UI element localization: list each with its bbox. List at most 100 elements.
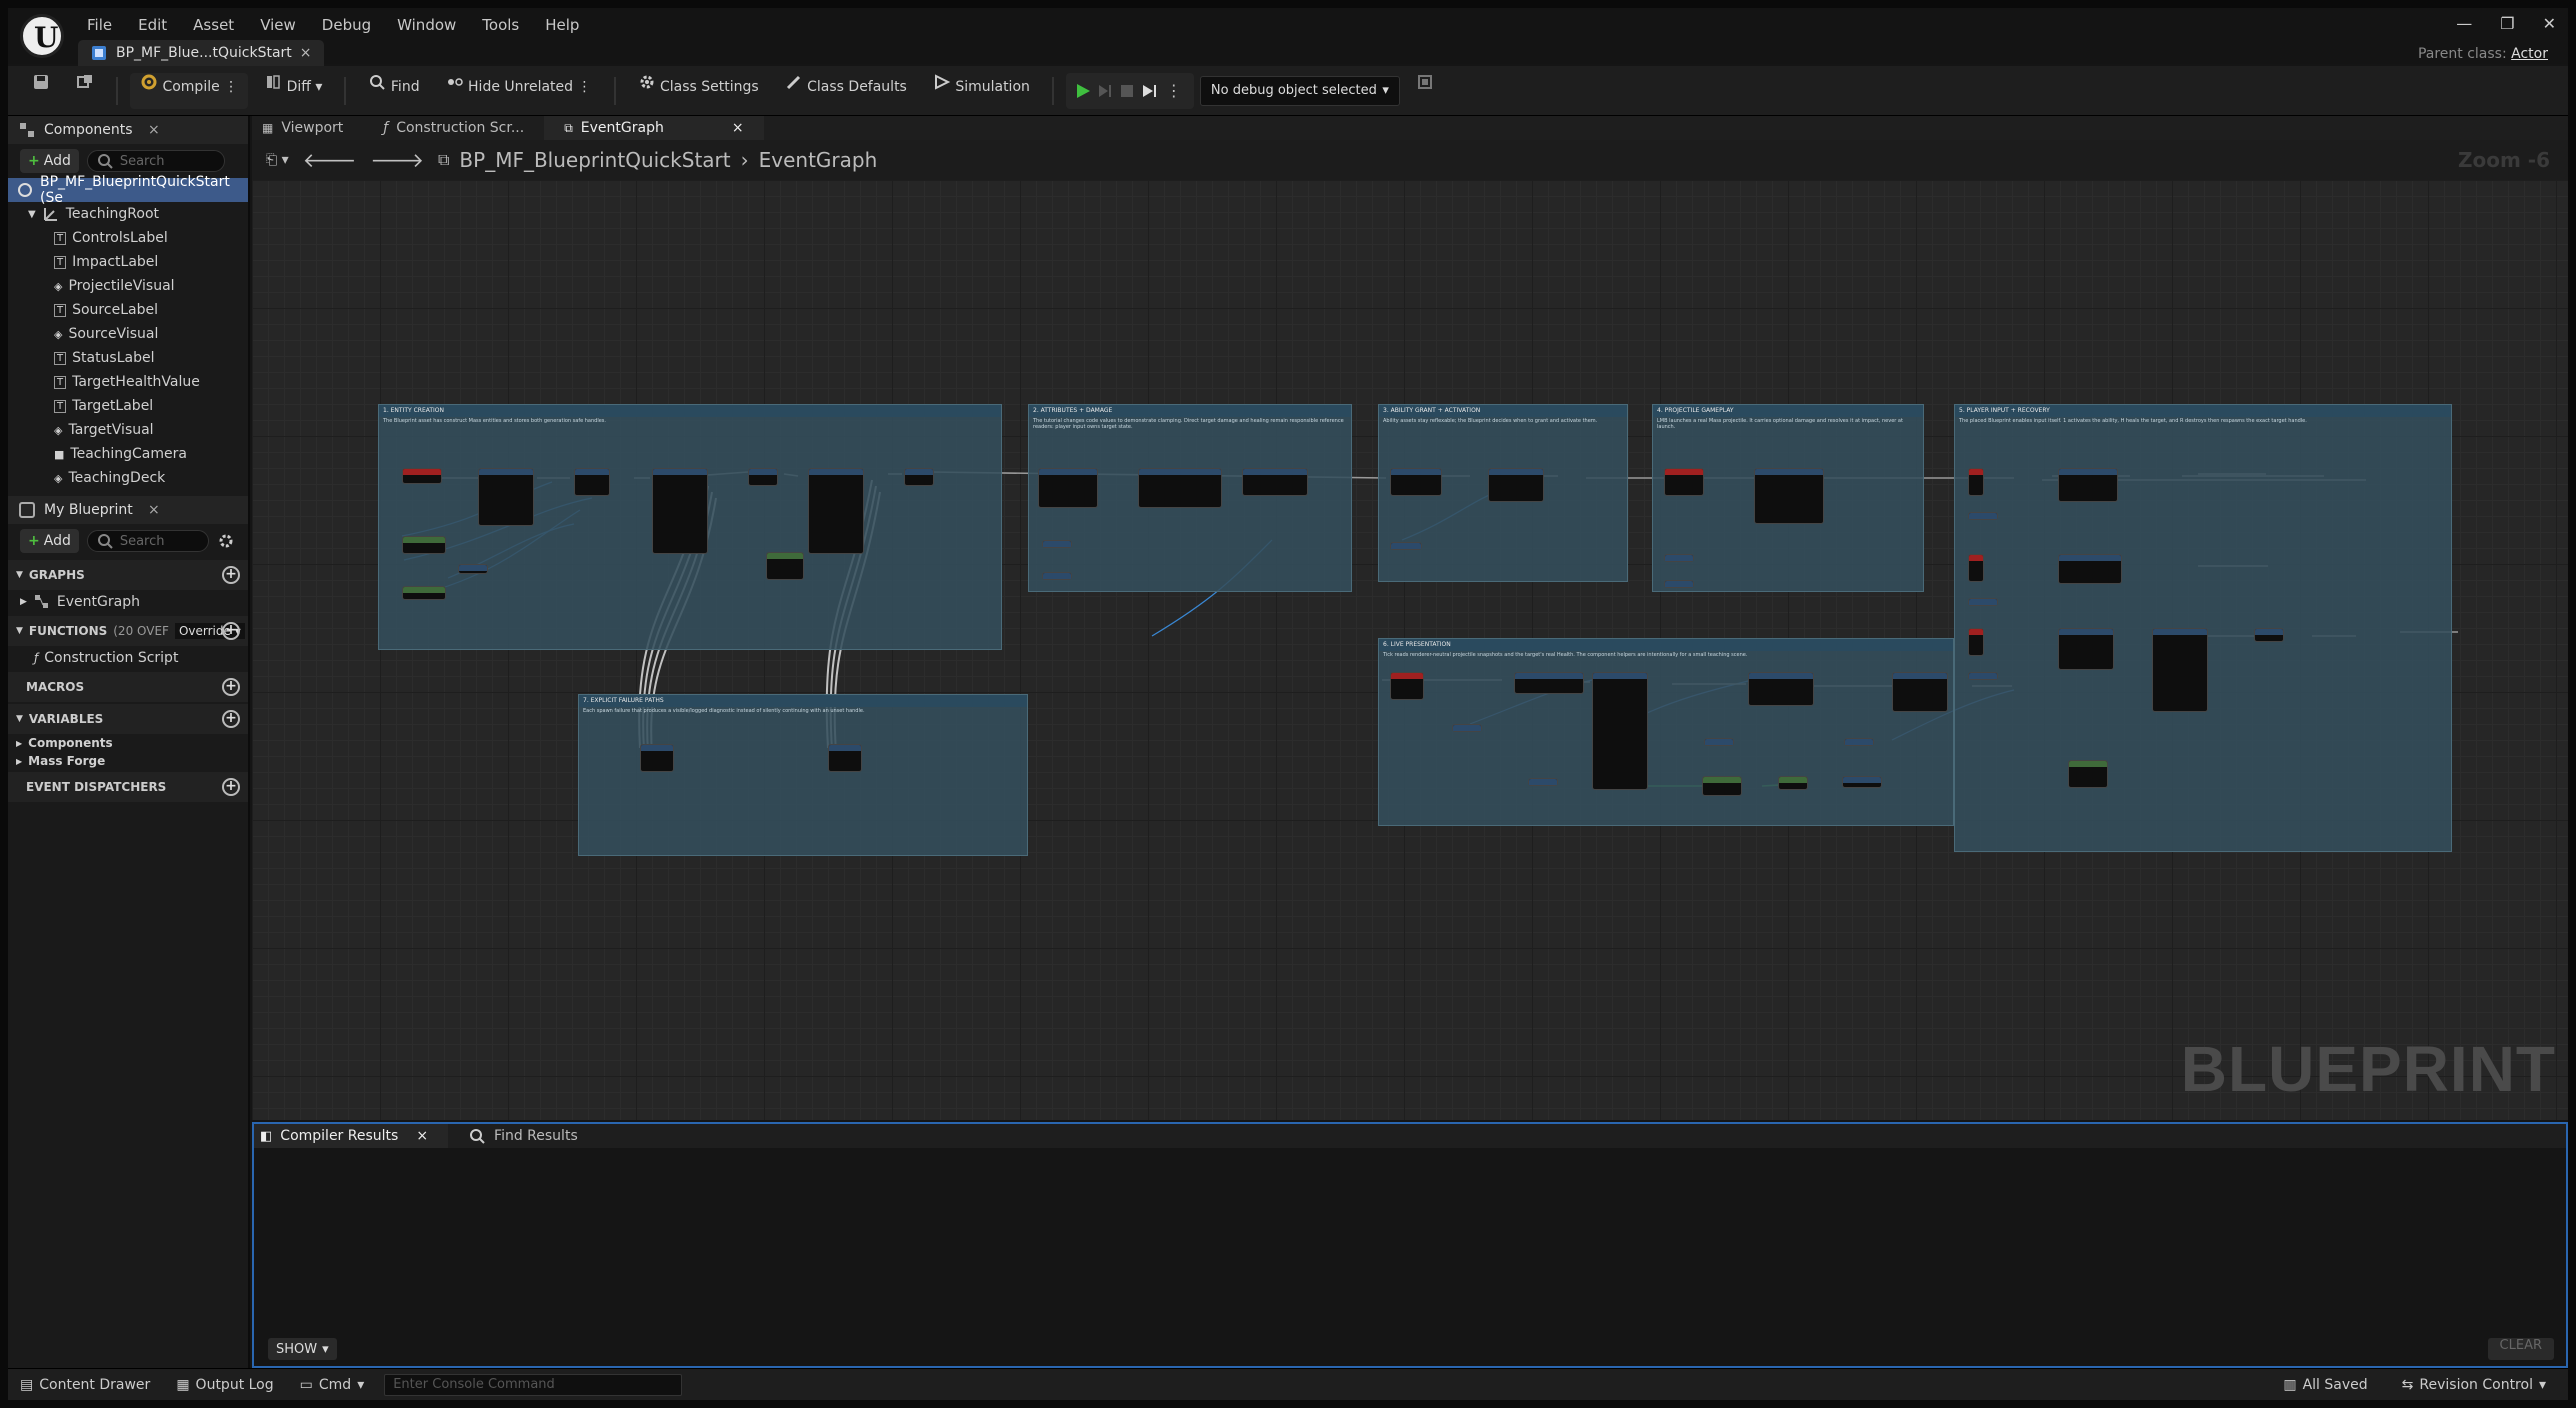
- graph-node[interactable]: [748, 468, 778, 486]
- show-filter-button[interactable]: SHOW ▾: [268, 1338, 337, 1360]
- my-blueprint-tab[interactable]: My Blueprint ×: [8, 496, 248, 524]
- graph-node[interactable]: [1748, 672, 1814, 706]
- class-settings-button[interactable]: Class Settings: [628, 73, 769, 109]
- debug-object-select[interactable]: No debug object selected ▾: [1199, 75, 1400, 106]
- menu-window[interactable]: Window: [384, 16, 469, 34]
- hide-unrelated-button[interactable]: Hide Unrelated ⋮: [436, 73, 602, 109]
- graph-node[interactable]: [1968, 628, 1984, 656]
- graph-node[interactable]: [2152, 628, 2208, 712]
- menu-edit[interactable]: Edit: [125, 16, 180, 34]
- stop-icon[interactable]: [1118, 82, 1136, 100]
- tree-item-target-health-value[interactable]: T TargetHealthValue: [8, 370, 248, 394]
- step-icon[interactable]: [1096, 82, 1114, 100]
- save-button[interactable]: [22, 73, 60, 109]
- forward-arrow-icon[interactable]: 🡒: [370, 148, 424, 172]
- graph-node[interactable]: [2068, 760, 2108, 788]
- graph-node[interactable]: [1514, 672, 1584, 694]
- document-tab[interactable]: BP_MF_Blue...tQuickStart ×: [78, 40, 324, 66]
- components-tab[interactable]: Components ×: [8, 116, 248, 144]
- graph-node[interactable]: [1968, 512, 1998, 520]
- graph-node[interactable]: [904, 468, 934, 486]
- tree-item-source-visual[interactable]: ◈ SourceVisual: [8, 322, 248, 346]
- add-graph-icon[interactable]: +: [222, 566, 240, 584]
- revision-control-button[interactable]: ⇆ Revision Control ▾: [2396, 1377, 2552, 1393]
- tree-item-controls-label[interactable]: T ControlsLabel: [8, 226, 248, 250]
- breadcrumb-blueprint[interactable]: BP_MF_BlueprintQuickStart: [459, 148, 730, 172]
- functions-section[interactable]: ▼ FUNCTIONS (20 OVEF Override ▾ +: [8, 616, 248, 646]
- graph-node[interactable]: [766, 552, 804, 580]
- engine-logo-icon[interactable]: [20, 14, 64, 58]
- graph-node[interactable]: [1390, 542, 1422, 550]
- graph-node[interactable]: [2254, 628, 2284, 642]
- play-icon[interactable]: [1074, 82, 1092, 100]
- close-icon[interactable]: ×: [148, 502, 160, 518]
- graph-node[interactable]: [1702, 776, 1742, 796]
- variable-category-components[interactable]: ▶ Components: [8, 734, 248, 752]
- graph-node[interactable]: [402, 586, 446, 600]
- graph-node[interactable]: [478, 468, 534, 526]
- graph-node[interactable]: [1842, 776, 1882, 788]
- graph-node[interactable]: [1704, 738, 1734, 746]
- chevron-down-icon[interactable]: ▼: [28, 209, 36, 220]
- chevron-right-icon[interactable]: ▶: [20, 597, 27, 607]
- class-defaults-button[interactable]: Class Defaults: [775, 73, 917, 109]
- tree-item-root[interactable]: BP_MF_BlueprintQuickStart (Se: [8, 174, 248, 206]
- console-input[interactable]: Enter Console Command: [384, 1373, 683, 1396]
- graph-node[interactable]: [1452, 724, 1482, 732]
- breadcrumb-graph[interactable]: EventGraph: [759, 148, 878, 172]
- menu-view[interactable]: View: [247, 16, 309, 34]
- graph-node[interactable]: [2058, 628, 2114, 670]
- tab-viewport[interactable]: ▦ Viewport: [252, 116, 363, 140]
- bookmark-dropdown[interactable]: ⎗ ▾: [266, 152, 289, 168]
- menu-debug[interactable]: Debug: [309, 16, 384, 34]
- graph-node[interactable]: [1968, 554, 1984, 582]
- tree-item-source-label[interactable]: T SourceLabel: [8, 298, 248, 322]
- close-icon[interactable]: ×: [300, 45, 312, 61]
- browse-button[interactable]: [66, 73, 104, 109]
- tree-item-teaching-deck[interactable]: ◈ TeachingDeck: [8, 466, 248, 490]
- clear-button[interactable]: CLEAR: [2487, 1338, 2554, 1360]
- graph-node[interactable]: [1968, 672, 1998, 680]
- find-button[interactable]: Find: [358, 73, 429, 109]
- graph-node[interactable]: [1042, 572, 1072, 580]
- simulation-button[interactable]: Simulation: [923, 73, 1040, 109]
- more-options-icon[interactable]: ⋮: [578, 79, 592, 95]
- menu-asset[interactable]: Asset: [180, 16, 247, 34]
- graph-node[interactable]: [1390, 672, 1424, 700]
- menu-file[interactable]: File: [74, 16, 125, 34]
- menu-tools[interactable]: Tools: [469, 16, 532, 34]
- graph-node[interactable]: [1892, 672, 1948, 712]
- graph-node[interactable]: [640, 744, 674, 772]
- diff-button[interactable]: Diff ▾: [254, 73, 332, 109]
- graph-node[interactable]: [1488, 468, 1544, 502]
- restore-icon[interactable]: ❐: [2500, 14, 2514, 33]
- graph-node[interactable]: [2058, 468, 2118, 502]
- compile-button[interactable]: Compile ⋮: [130, 72, 249, 109]
- all-saved-indicator[interactable]: ▥ All Saved: [2277, 1377, 2373, 1393]
- graph-node[interactable]: [1664, 554, 1694, 562]
- comment-box-live-presentation[interactable]: 6. LIVE PRESENTATION Tick reads renderer…: [1378, 638, 1954, 826]
- tree-item-impact-label[interactable]: T ImpactLabel: [8, 250, 248, 274]
- variables-section[interactable]: ▼ VARIABLES +: [8, 704, 248, 734]
- graph-node[interactable]: [574, 468, 610, 496]
- graph-node[interactable]: [402, 536, 446, 554]
- output-log-button[interactable]: ▦ Output Log: [170, 1377, 279, 1393]
- tab-compiler-results[interactable]: ◧ Compiler Results ×: [254, 1124, 449, 1148]
- graph-node[interactable]: [1592, 672, 1648, 790]
- cmd-dropdown[interactable]: ▭ Cmd ▾: [294, 1377, 371, 1393]
- graph-node[interactable]: [1968, 598, 1998, 606]
- tab-construction-script[interactable]: ƒ Construction Scr...: [363, 116, 544, 140]
- minimize-icon[interactable]: —: [2456, 14, 2472, 33]
- event-dispatchers-section[interactable]: EVENT DISPATCHERS +: [8, 772, 248, 802]
- tree-item-status-label[interactable]: T StatusLabel: [8, 346, 248, 370]
- add-macro-icon[interactable]: +: [222, 678, 240, 696]
- eject-icon[interactable]: [1140, 82, 1158, 100]
- close-window-icon[interactable]: ✕: [2543, 14, 2556, 33]
- graph-node[interactable]: [2058, 554, 2122, 584]
- graph-item-event-graph[interactable]: ▶ EventGraph: [8, 590, 248, 614]
- more-options-icon[interactable]: ⋮: [224, 79, 238, 95]
- graph-node[interactable]: [1528, 778, 1558, 786]
- add-function-icon[interactable]: +: [222, 622, 240, 640]
- debug-browse-button[interactable]: [1406, 73, 1444, 109]
- tree-item-projectile-visual[interactable]: ◈ ProjectileVisual: [8, 274, 248, 298]
